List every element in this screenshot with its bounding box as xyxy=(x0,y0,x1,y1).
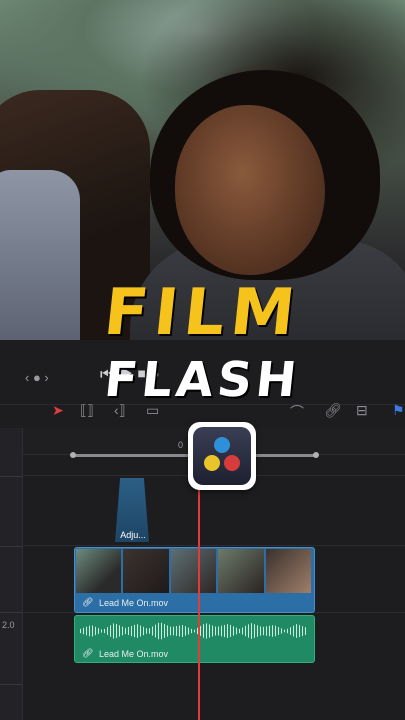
track-divider xyxy=(22,545,405,546)
adjustment-clip-label: Adju... xyxy=(120,530,146,540)
ruler-mark: 0 xyxy=(178,440,184,450)
zoom-handle-left[interactable] xyxy=(70,452,76,458)
video-clip-label: Lead Me On.mov xyxy=(99,598,169,608)
title-flash: FLASH xyxy=(101,352,304,408)
zoom-handle-right[interactable] xyxy=(313,452,319,458)
link-icon: 🔗︎ xyxy=(82,648,94,658)
davinci-resolve-logo xyxy=(188,422,256,490)
audio-clip-label: Lead Me On.mov xyxy=(99,649,169,659)
clip-thumbnails xyxy=(76,549,312,593)
track-header-column xyxy=(0,428,23,720)
title-film: FILM xyxy=(100,276,305,350)
track-value: 2.0 xyxy=(2,620,15,630)
subject-face xyxy=(175,105,325,275)
link-icon: 🔗︎ xyxy=(82,597,94,607)
